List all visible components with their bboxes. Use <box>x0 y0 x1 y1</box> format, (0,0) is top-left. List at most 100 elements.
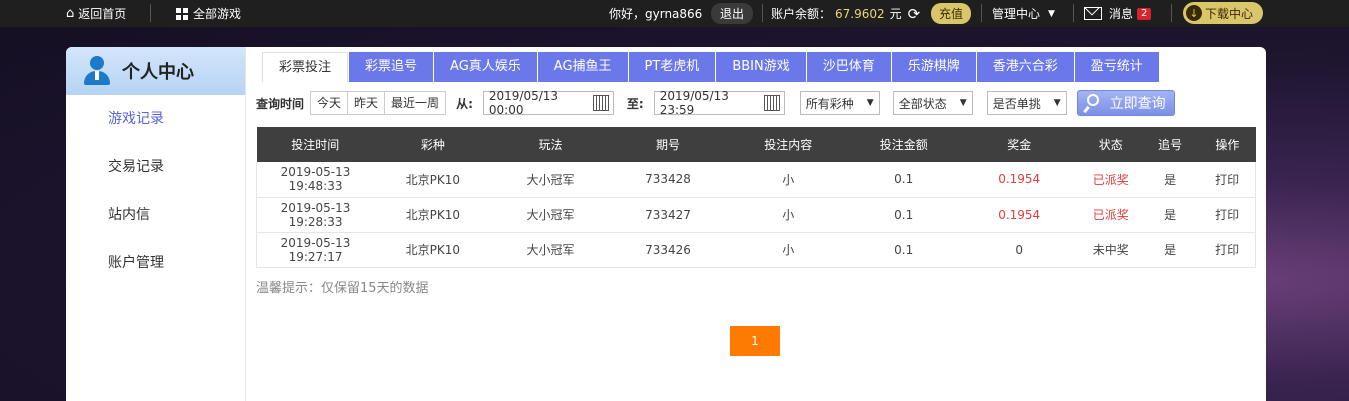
from-date-value: 2019/05/13 00:00 <box>488 89 559 117</box>
chevron-down-icon: ▼ <box>959 98 967 108</box>
to-label: 至: <box>626 96 644 111</box>
print-link[interactable]: 打印 <box>1199 162 1257 198</box>
page-button-current[interactable]: 1 <box>730 326 780 356</box>
tab-hk-mark-six[interactable]: 香港六合彩 <box>976 52 1074 82</box>
sidebar-item-inbox[interactable]: 站内信 <box>66 191 245 239</box>
cell-issue: 733426 <box>609 232 727 268</box>
divider <box>1171 4 1172 22</box>
manage-center-menu[interactable]: 管理中心 ▼ <box>992 5 1055 22</box>
tab-bbin[interactable]: BBIN游戏 <box>716 52 806 82</box>
col-play: 玩法 <box>491 127 610 162</box>
col-chase: 追号 <box>1140 127 1200 162</box>
cell-status: 已派奖 <box>1080 162 1141 198</box>
bet-records-table: 投注时间 彩种 玩法 期号 投注内容 投注金额 奖金 状态 追号 操作 2019… <box>256 127 1257 268</box>
cell-bet-time: 2019-05-13 19:27:17 <box>256 232 375 268</box>
print-link[interactable]: 打印 <box>1199 197 1257 233</box>
sidebar: 个人中心 游戏记录 交易记录 站内信 账户管理 <box>66 47 246 401</box>
col-lottery: 彩种 <box>374 127 492 162</box>
cell-bet-time: 2019-05-13 19:28:33 <box>256 197 375 233</box>
cell-prize: 0 <box>957 232 1081 268</box>
calendar-icon[interactable] <box>764 95 780 111</box>
cell-bet-content: 小 <box>726 162 850 198</box>
tab-lottery-bets[interactable]: 彩票投注 <box>262 52 349 82</box>
cell-status: 未中奖 <box>1080 232 1141 268</box>
status-select[interactable]: 全部状态 ▼ <box>892 91 973 115</box>
filter-bar: 查询时间 今天 昨天 最近一周 从: 2019/05/13 00:00 至: 2… <box>256 85 1256 121</box>
tab-profit-stats[interactable]: 盈亏统计 <box>1074 52 1159 82</box>
col-bet-amount: 投注金额 <box>849 127 958 162</box>
cell-prize: 0.1954 <box>957 197 1081 233</box>
sidebar-item-account[interactable]: 账户管理 <box>66 239 245 287</box>
col-bet-time: 投注时间 <box>256 127 375 162</box>
messages-label: 消息 <box>1109 7 1134 21</box>
divider <box>150 4 151 22</box>
home-link[interactable]: ⌂ 返回首页 <box>66 5 126 22</box>
to-date-field[interactable]: 2019/05/13 23:59 <box>653 89 785 117</box>
cell-bet-content: 小 <box>726 232 850 268</box>
chevron-down-icon: ▼ <box>866 98 874 108</box>
cell-prize: 0.1954 <box>957 162 1081 198</box>
col-status: 状态 <box>1080 127 1141 162</box>
cell-bet-time: 2019-05-13 19:48:33 <box>256 162 375 198</box>
table-header-row: 投注时间 彩种 玩法 期号 投注内容 投注金额 奖金 状态 追号 操作 <box>256 127 1256 162</box>
messages-link[interactable]: 消息 2 <box>1084 5 1152 22</box>
yesterday-button[interactable]: 昨天 <box>348 92 386 114</box>
main-panel: 个人中心 游戏记录 交易记录 站内信 账户管理 彩票投注 彩票追号 AG真人娱乐… <box>66 47 1266 401</box>
cell-lottery: 北京PK10 <box>374 162 492 198</box>
all-games-label: 全部游戏 <box>193 7 242 21</box>
tab-bar: 彩票投注 彩票追号 AG真人娱乐 AG捕鱼王 PT老虎机 BBIN游戏 沙巴体育… <box>262 47 1256 82</box>
divider <box>981 4 982 22</box>
sidebar-header: 个人中心 <box>66 47 245 95</box>
to-date-value: 2019/05/13 23:59 <box>659 89 729 117</box>
last-week-button[interactable]: 最近一周 <box>385 92 445 114</box>
status-value: 全部状态 <box>898 96 947 111</box>
logout-button[interactable]: 退出 <box>711 3 754 24</box>
download-icon: ↓ <box>1186 5 1202 21</box>
home-icon: ⌂ <box>66 6 75 21</box>
from-date-field[interactable]: 2019/05/13 00:00 <box>482 89 614 117</box>
col-prize: 奖金 <box>957 127 1081 162</box>
tab-pt-slots[interactable]: PT老虎机 <box>628 52 716 82</box>
print-link[interactable]: 打印 <box>1199 232 1257 268</box>
col-issue: 期号 <box>609 127 727 162</box>
cell-chase: 是 <box>1140 232 1200 268</box>
cell-status: 已派奖 <box>1080 197 1141 233</box>
cell-issue: 733428 <box>609 162 727 198</box>
lottery-type-select[interactable]: 所有彩种 ▼ <box>799 91 880 115</box>
tab-ag-fishing[interactable]: AG捕鱼王 <box>537 52 628 82</box>
cell-issue: 733427 <box>609 197 727 233</box>
tab-ag-live[interactable]: AG真人娱乐 <box>434 52 537 82</box>
col-action: 操作 <box>1199 127 1256 162</box>
single-pick-select[interactable]: 是否单挑 ▼ <box>986 91 1067 115</box>
cell-lottery: 北京PK10 <box>374 197 492 233</box>
retention-tip: 温馨提示：仅保留15天的数据 <box>256 280 429 296</box>
sidebar-item-transactions[interactable]: 交易记录 <box>66 143 245 191</box>
divider <box>762 4 763 22</box>
balance-unit: 元 <box>889 7 902 21</box>
tab-lottery-chase[interactable]: 彩票追号 <box>349 52 434 82</box>
cell-lottery: 北京PK10 <box>374 232 492 268</box>
cell-bet-amount: 0.1 <box>849 232 958 268</box>
divider <box>1073 4 1074 22</box>
tab-leyou-chess[interactable]: 乐游棋牌 <box>891 52 976 82</box>
cell-play: 大小冠军 <box>491 162 610 198</box>
search-button[interactable]: 立即查询 <box>1076 90 1175 116</box>
today-button[interactable]: 今天 <box>311 92 349 114</box>
recharge-button[interactable]: 充值 <box>931 3 972 24</box>
download-center-label: 下载中心 <box>1205 6 1254 21</box>
content-area: 彩票投注 彩票追号 AG真人娱乐 AG捕鱼王 PT老虎机 BBIN游戏 沙巴体育… <box>256 47 1257 401</box>
cell-chase: 是 <box>1140 197 1200 233</box>
manage-center-label: 管理中心 <box>992 7 1041 21</box>
home-link-label: 返回首页 <box>78 7 127 21</box>
lottery-type-value: 所有彩种 <box>805 96 854 111</box>
tab-saba-sports[interactable]: 沙巴体育 <box>806 52 891 82</box>
download-center-button[interactable]: ↓ 下载中心 <box>1183 2 1264 24</box>
sidebar-item-game-records[interactable]: 游戏记录 <box>66 95 245 143</box>
search-button-label: 立即查询 <box>1109 96 1166 112</box>
calendar-icon[interactable] <box>593 95 609 111</box>
query-time-label: 查询时间 <box>256 96 305 111</box>
chevron-down-icon: ▼ <box>1053 98 1061 108</box>
refresh-icon[interactable]: ⟳ <box>908 5 921 23</box>
all-games-link[interactable]: 全部游戏 <box>176 5 241 22</box>
cell-play: 大小冠军 <box>491 232 610 268</box>
